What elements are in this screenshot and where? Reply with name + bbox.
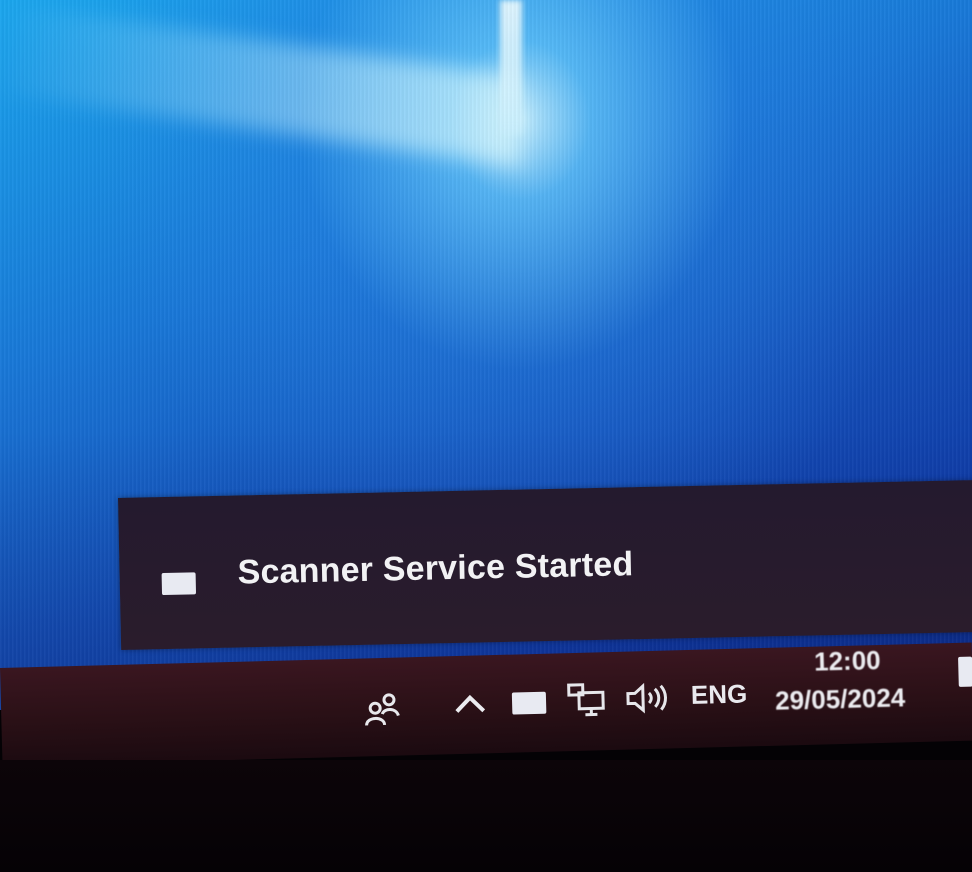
screen: Scanner Service Started ENG 12:00 29/05/… [0, 0, 972, 872]
wallpaper-light-beam [500, 0, 522, 135]
chevron-up-icon[interactable] [453, 687, 488, 718]
notification-toast[interactable]: Scanner Service Started [118, 479, 972, 650]
people-icon[interactable] [363, 692, 402, 727]
clock-time[interactable]: 12:00 [814, 645, 881, 678]
monitor-bezel [0, 760, 972, 872]
scanner-app-icon[interactable] [511, 691, 547, 715]
wallpaper-light-ray [0, 3, 520, 167]
clock-date[interactable]: 29/05/2024 [775, 682, 906, 716]
action-center-icon[interactable] [958, 656, 972, 687]
notification-title: Scanner Service Started [237, 545, 634, 592]
network-icon[interactable] [567, 680, 608, 721]
language-indicator[interactable]: ENG [691, 678, 748, 710]
volume-icon[interactable] [625, 681, 670, 716]
scanner-app-icon [161, 572, 197, 596]
